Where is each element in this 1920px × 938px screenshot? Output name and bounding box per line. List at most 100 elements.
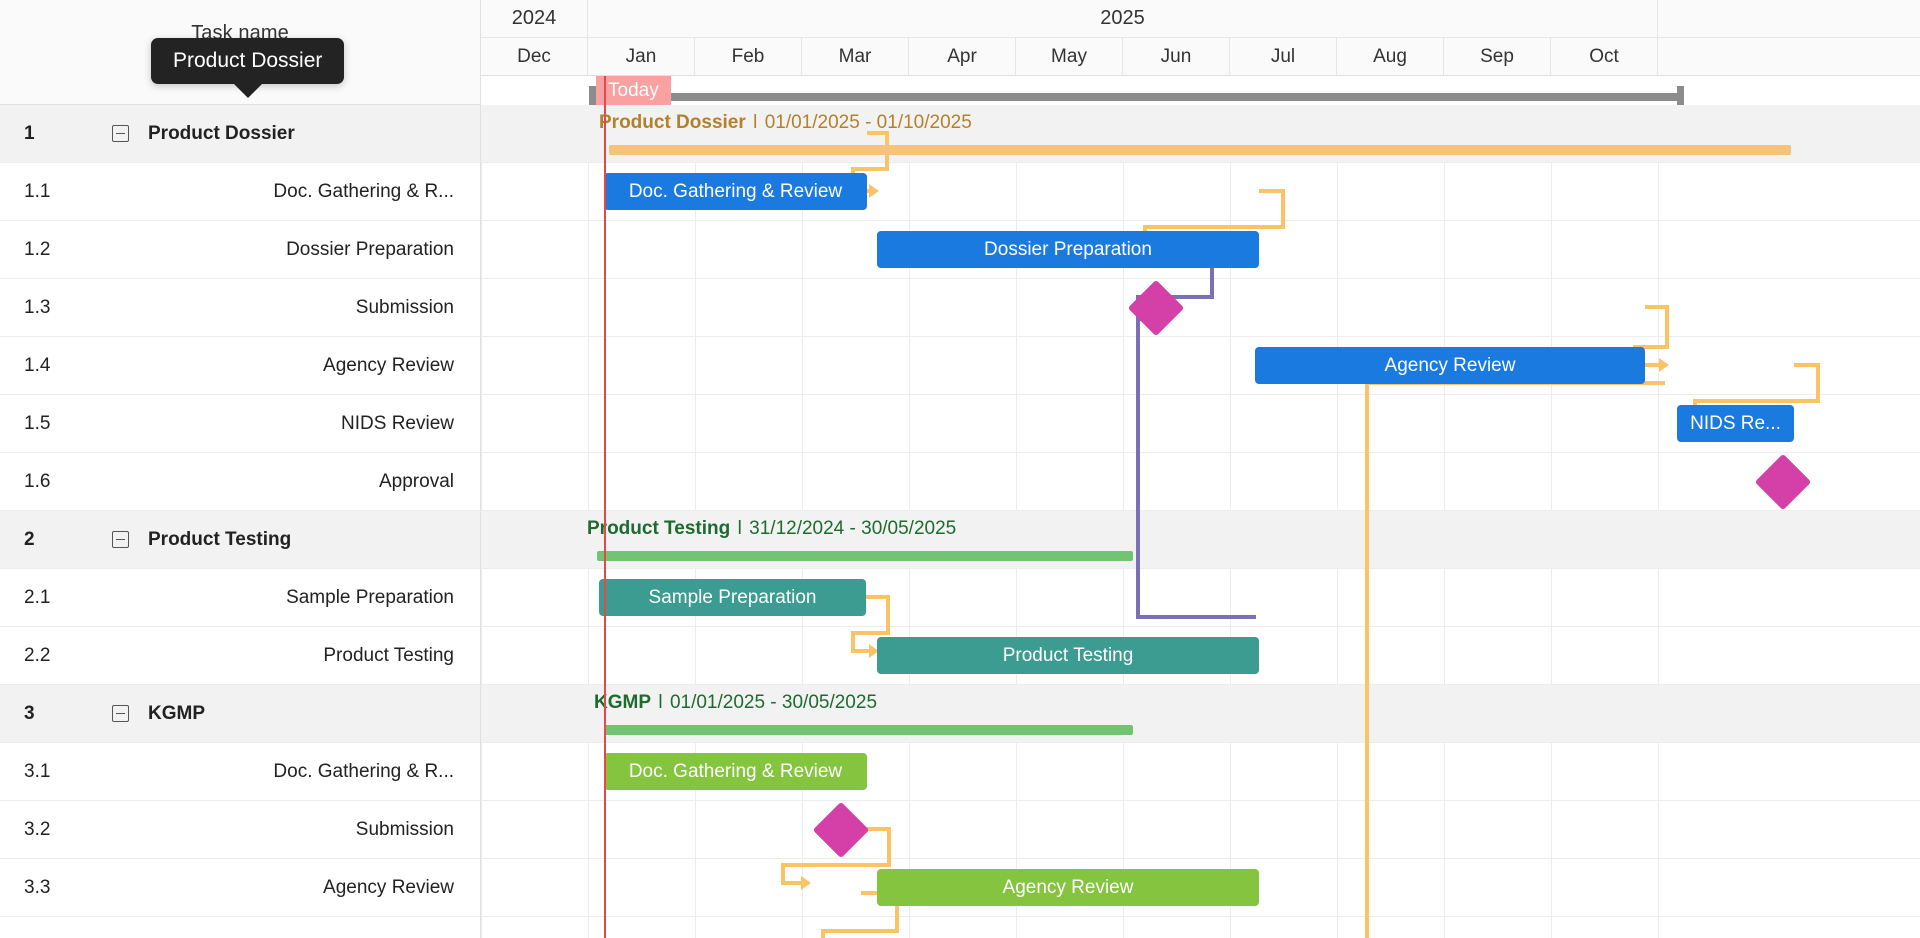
- summary-bar-label: KGMP ǀ 01/01/2025 - 30/05/2025: [594, 692, 877, 714]
- task-row[interactable]: 2.1 Sample Preparation: [0, 569, 480, 627]
- summary-bar[interactable]: [597, 551, 1133, 561]
- timeline-year-row: 2024 2025: [481, 0, 1920, 38]
- task-name-label: Submission: [355, 818, 454, 840]
- task-bar[interactable]: Doc. Gathering & Review: [604, 173, 867, 210]
- task-name-label: Sample Preparation: [286, 586, 454, 608]
- task-bar[interactable]: NIDS Re...: [1677, 405, 1794, 442]
- summary-name: KGMP: [594, 692, 651, 713]
- summary-bar-label: Product Dossier ǀ 01/01/2025 - 01/10/2025: [599, 112, 972, 134]
- timeline-year-label: 2024: [481, 0, 588, 37]
- project-progress-bar: [594, 93, 1684, 101]
- task-row[interactable]: 1.4 Agency Review: [0, 337, 480, 395]
- task-wbs-number: 1.2: [24, 238, 51, 260]
- collapse-minus-icon[interactable]: [111, 531, 129, 548]
- task-name-label: Product Testing: [148, 528, 292, 550]
- dependency-link: [851, 631, 890, 635]
- timeline-month-label: Jan: [588, 38, 695, 75]
- task-grid-rows: 1 Product Dossier 1.1 Doc. Gathering & R...…: [0, 105, 480, 917]
- task-name-label: Agency Review: [323, 876, 454, 898]
- task-wbs-number: 1.5: [24, 412, 51, 434]
- summary-separator: ǀ: [737, 518, 743, 539]
- timeline-month-label: Oct: [1551, 38, 1658, 75]
- task-wbs-number: 3: [24, 702, 35, 724]
- task-wbs-number: 2: [24, 528, 35, 550]
- task-wbs-number: 1.3: [24, 296, 51, 318]
- dependency-link: [887, 827, 891, 867]
- task-row[interactable]: 3.2 Submission: [0, 801, 480, 859]
- summary-name: Product Dossier: [599, 112, 746, 133]
- today-marker-chip: Today: [596, 76, 671, 105]
- task-name-label: Submission: [355, 296, 454, 318]
- task-row[interactable]: 2 Product Testing: [0, 511, 480, 569]
- collapse-minus-icon[interactable]: [111, 705, 129, 722]
- summary-separator: ǀ: [752, 112, 758, 133]
- dependency-arrow: [801, 876, 811, 890]
- task-bar[interactable]: Agency Review: [1255, 347, 1645, 384]
- task-bar[interactable]: Product Testing: [877, 637, 1259, 674]
- task-name-label: Product Testing: [323, 644, 454, 666]
- timeline-month-label: Jun: [1123, 38, 1230, 75]
- dependency-link: [1136, 319, 1140, 619]
- task-name-label: Approval: [379, 470, 454, 492]
- task-row[interactable]: 1.3 Submission: [0, 279, 480, 337]
- dependency-link: [851, 649, 871, 653]
- timeline-month-label: Apr: [909, 38, 1016, 75]
- task-name-label: Doc. Gathering & R...: [273, 180, 454, 202]
- summary-bar[interactable]: [609, 145, 1791, 155]
- timeline-header: 2024 2025 Dec Jan Feb Mar Apr May Jun Jul Aug Sep O…: [481, 0, 1920, 108]
- timeline-month-label: Dec: [481, 38, 588, 75]
- timeline-month-label: May: [1016, 38, 1123, 75]
- summary-date-range: 01/01/2025 - 01/10/2025: [764, 112, 972, 133]
- timeline-month-label: Aug: [1337, 38, 1444, 75]
- task-bar[interactable]: Dossier Preparation: [877, 231, 1259, 268]
- dependency-link: [1143, 225, 1285, 229]
- collapse-minus-icon[interactable]: [92, 531, 148, 548]
- task-name-label: Product Dossier: [148, 122, 295, 144]
- summary-date-range: 31/12/2024 - 30/05/2025: [749, 518, 957, 539]
- dependency-link: [1665, 305, 1669, 349]
- dependency-link: [1136, 615, 1256, 619]
- task-row[interactable]: 1 Product Dossier: [0, 105, 480, 163]
- task-bar[interactable]: Doc. Gathering & Review: [604, 753, 867, 790]
- collapse-minus-icon[interactable]: [111, 125, 129, 142]
- task-row[interactable]: 3.3 Agency Review: [0, 859, 480, 917]
- dependency-link: [1816, 363, 1820, 403]
- task-wbs-number: 1: [24, 122, 35, 144]
- task-name-label: NIDS Review: [341, 412, 454, 434]
- task-wbs-number: 2.1: [24, 586, 51, 608]
- task-row[interactable]: 1.5 NIDS Review: [0, 395, 480, 453]
- task-name-label: Agency Review: [323, 354, 454, 376]
- task-bar[interactable]: Sample Preparation: [599, 579, 866, 616]
- timeline-month-label: Mar: [802, 38, 909, 75]
- task-row[interactable]: 3 KGMP: [0, 685, 480, 743]
- task-row[interactable]: 1.6 Approval: [0, 453, 480, 511]
- task-wbs-number: 3.1: [24, 760, 51, 782]
- collapse-minus-icon[interactable]: [92, 705, 148, 722]
- task-wbs-number: 3.2: [24, 818, 51, 840]
- dependency-link: [851, 167, 889, 171]
- task-name-label: KGMP: [148, 702, 205, 724]
- timeline-year-label: 2025: [588, 0, 1658, 37]
- milestone-diamond[interactable]: [1754, 453, 1812, 511]
- milestone-diamond[interactable]: [812, 801, 870, 859]
- timeline-today-strip: Today: [481, 76, 1920, 108]
- task-bar[interactable]: Agency Review: [877, 869, 1259, 906]
- summary-bar[interactable]: [604, 725, 1133, 735]
- task-row[interactable]: 1.1 Doc. Gathering & R...: [0, 163, 480, 221]
- task-wbs-number: 1.6: [24, 470, 51, 492]
- dependency-link: [886, 595, 890, 635]
- collapse-minus-icon[interactable]: [92, 125, 148, 142]
- task-row[interactable]: 2.2 Product Testing: [0, 627, 480, 685]
- dependency-link: [1365, 381, 1369, 938]
- summary-bar-label: Product Testing ǀ 31/12/2024 - 30/05/2025: [587, 518, 956, 540]
- task-row[interactable]: 1.2 Dossier Preparation: [0, 221, 480, 279]
- task-grid-pane: Task name 1 Product Dossier 1.1 Doc. Gather…: [0, 0, 481, 938]
- task-tooltip: Product Dossier: [151, 38, 345, 98]
- summary-separator: ǀ: [658, 692, 663, 713]
- summary-name: Product Testing: [587, 518, 731, 539]
- task-row[interactable]: 3.1 Doc. Gathering & R...: [0, 743, 480, 801]
- dependency-link: [821, 929, 825, 938]
- task-wbs-number: 2.2: [24, 644, 51, 666]
- gantt-bars-layer: Product Dossier ǀ 01/01/2025 - 01/10/2025 D…: [481, 105, 1920, 938]
- timeline-pane[interactable]: 2024 2025 Dec Jan Feb Mar Apr May Jun Jul Aug Sep O…: [481, 0, 1920, 938]
